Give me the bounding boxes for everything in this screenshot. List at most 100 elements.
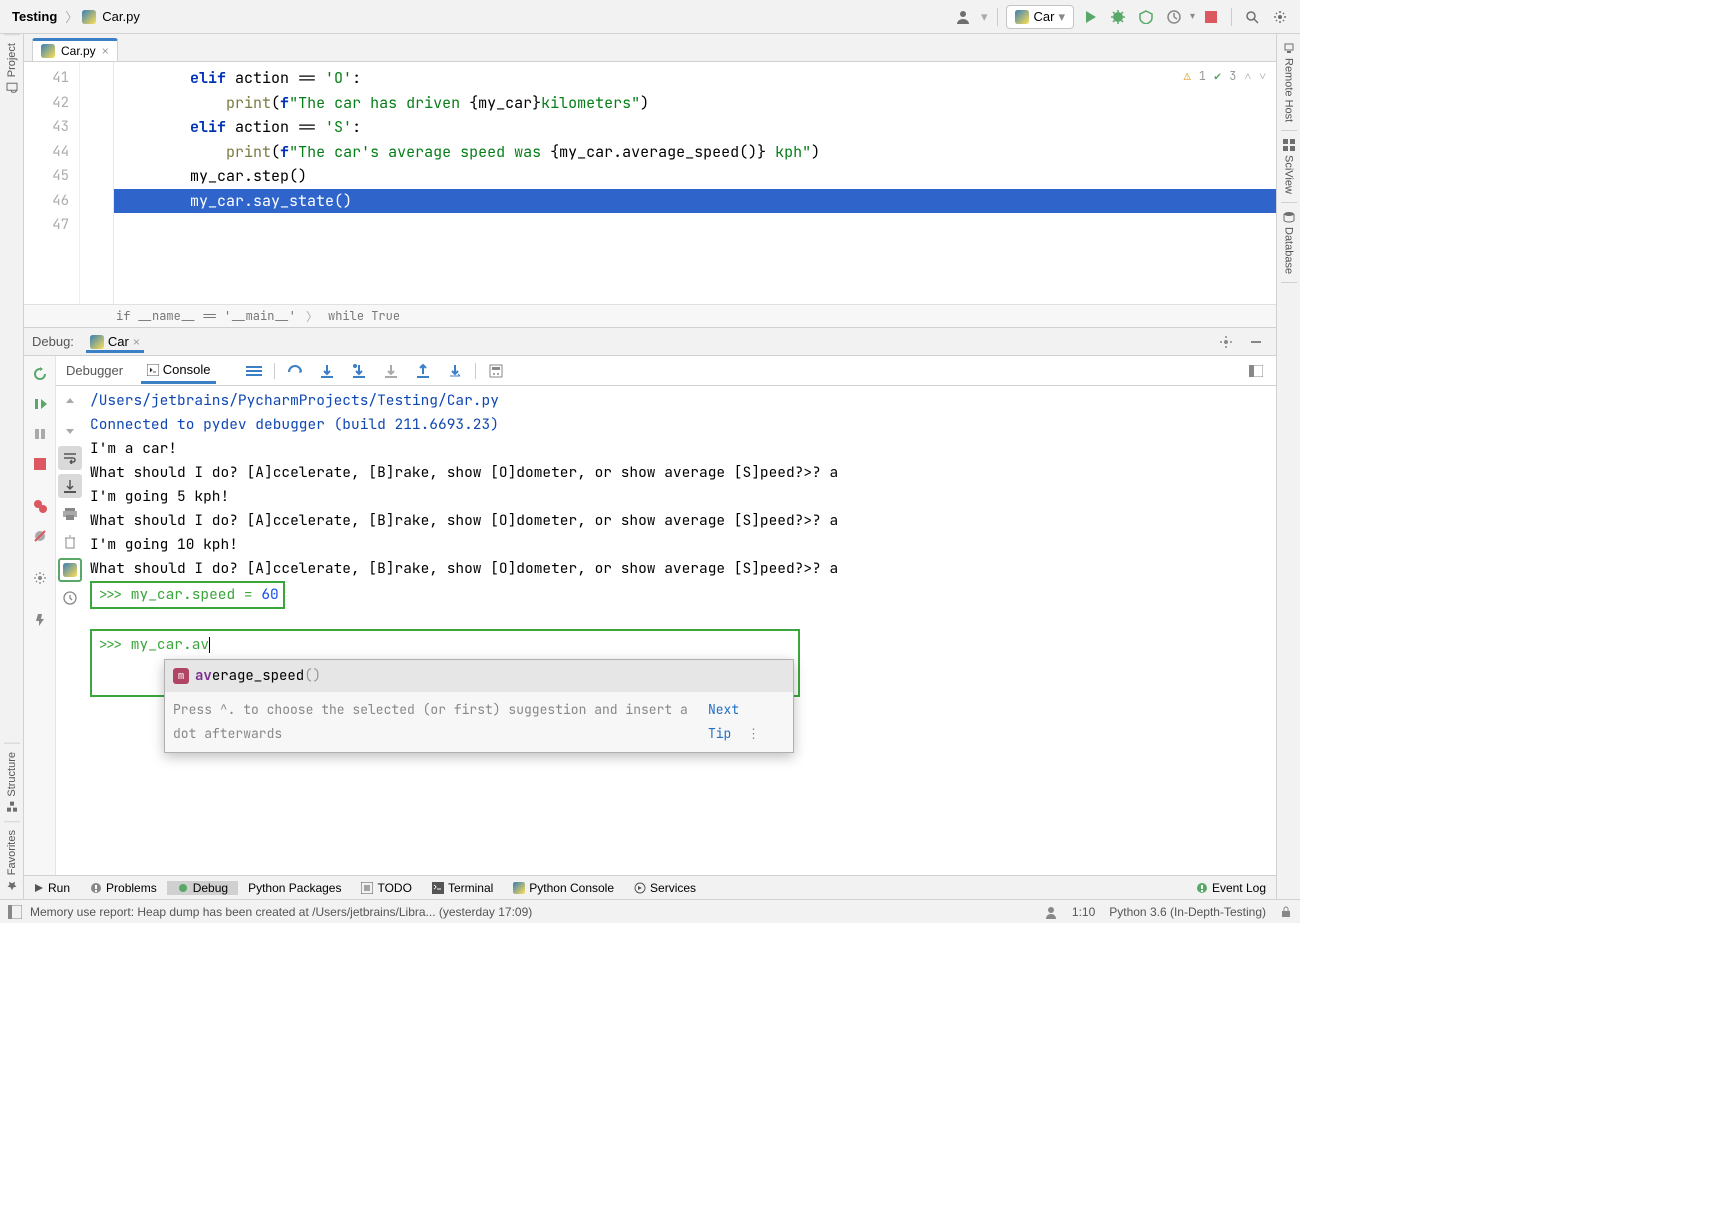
run-config-selector[interactable]: Car ▾ <box>1006 5 1073 29</box>
scroll-up-icon[interactable] <box>58 390 82 414</box>
console-line: What should I do? [A]ccelerate, [B]rake,… <box>90 557 1270 581</box>
user-icon[interactable] <box>951 5 975 29</box>
evaluate-expression-icon[interactable] <box>484 359 508 383</box>
scroll-to-end-icon[interactable] <box>58 474 82 498</box>
debug-inner-tabs: Debugger Console <box>56 356 1276 386</box>
python-file-icon <box>82 10 96 24</box>
chevron-down-icon: ▾ <box>1058 9 1065 25</box>
print-icon[interactable] <box>58 502 82 526</box>
code-area[interactable]: elif action == 'O': print(f"The car has … <box>114 62 1276 304</box>
view-breakpoints-button[interactable] <box>28 494 52 518</box>
python-console-tool-tab[interactable]: Python Console <box>503 881 624 895</box>
console-icon <box>147 364 159 376</box>
status-message[interactable]: Memory use report: Heap dump has been cr… <box>30 905 1030 919</box>
fold-gutter[interactable] <box>80 62 114 304</box>
run-to-cursor-icon[interactable] <box>443 359 467 383</box>
debug-settings-button[interactable] <box>28 566 52 590</box>
navigation-toolbar: Testing 〉 Car.py ▾ Car ▾ ▾ <box>0 0 1300 34</box>
clear-icon[interactable] <box>58 530 82 554</box>
code-breadcrumb[interactable]: if __name__ == '__main__' 〉 while True <box>24 304 1276 328</box>
console-tab[interactable]: Console <box>141 358 216 384</box>
structure-tool-tab[interactable]: Structure <box>4 743 20 821</box>
pin-button[interactable] <box>28 608 52 632</box>
method-icon: m <box>173 668 189 684</box>
debug-console[interactable]: /Users/jetbrains/PycharmProjects/Testing… <box>84 386 1276 875</box>
debug-button[interactable] <box>1106 5 1130 29</box>
run-config-name: Car <box>1033 9 1054 24</box>
terminal-tool-tab[interactable]: Terminal <box>422 881 503 895</box>
completion-hint: Press ^. to choose the selected (or firs… <box>165 692 793 752</box>
soft-wrap-icon[interactable] <box>58 446 82 470</box>
run-button[interactable] <box>1078 5 1102 29</box>
problems-tool-tab[interactable]: Problems <box>80 881 167 895</box>
rerun-button[interactable] <box>28 362 52 386</box>
services-tool-tab[interactable]: Services <box>624 881 706 895</box>
show-exec-point-icon[interactable] <box>242 359 266 383</box>
warning-icon: ⚠ <box>1184 68 1191 84</box>
hide-icon[interactable] <box>1244 330 1268 354</box>
close-icon[interactable]: × <box>133 335 140 349</box>
remote-host-tool-tab[interactable]: Remote Host <box>1281 34 1297 131</box>
debug-tool-tab[interactable]: Debug <box>167 881 238 895</box>
todo-tool-tab[interactable]: TODO <box>351 881 421 895</box>
chevron-down-icon[interactable]: ▾ <box>1190 11 1195 22</box>
interpreter-label[interactable]: Python 3.6 (In-Depth-Testing) <box>1109 905 1266 919</box>
event-log-tool-tab[interactable]: Event Log <box>1186 881 1276 895</box>
layout-settings-icon[interactable] <box>1244 359 1268 383</box>
dropdown-caret-icon[interactable]: ▾ <box>981 9 988 25</box>
step-into-icon[interactable] <box>315 359 339 383</box>
console-input[interactable]: >>> my_car.av m average_speed() Press ^.… <box>90 629 800 697</box>
step-out-icon[interactable] <box>411 359 435 383</box>
scroll-down-icon[interactable] <box>58 418 82 442</box>
breadcrumb-project[interactable]: Testing <box>8 7 61 26</box>
lock-icon[interactable] <box>1280 905 1292 919</box>
console-line: Connected to pydev debugger (build 211.6… <box>90 413 1270 437</box>
database-tool-tab[interactable]: Database <box>1281 203 1297 283</box>
completion-item[interactable]: m average_speed() <box>165 660 793 692</box>
tool-windows-icon[interactable] <box>8 905 22 919</box>
run-tool-tab[interactable]: Run <box>24 881 80 895</box>
history-icon[interactable] <box>58 586 82 610</box>
check-icon: ✔ <box>1214 68 1221 84</box>
left-tool-strip: Project Structure Favorites <box>0 34 24 899</box>
caret-position[interactable]: 1:10 <box>1072 905 1095 919</box>
force-step-into-icon[interactable] <box>379 359 403 383</box>
coverage-button[interactable] <box>1134 5 1158 29</box>
step-into-my-code-icon[interactable] <box>347 359 371 383</box>
editor-tab-car[interactable]: Car.py × <box>32 38 118 61</box>
profile-button[interactable] <box>1162 5 1186 29</box>
python-prompt-icon[interactable] <box>58 558 82 582</box>
console-line: What should I do? [A]ccelerate, [B]rake,… <box>90 461 1270 485</box>
project-tool-tab[interactable]: Project <box>4 34 20 101</box>
code-editor[interactable]: 41424344454647 elif action == 'O': print… <box>24 62 1276 304</box>
next-tip-link[interactable]: Next Tip <box>708 701 739 742</box>
python-icon <box>90 335 104 349</box>
pause-button[interactable] <box>28 422 52 446</box>
hector-icon[interactable] <box>1044 904 1058 919</box>
right-tool-strip: Remote Host SciView Database <box>1276 34 1300 899</box>
chevron-up-icon[interactable]: ˄ <box>1244 68 1251 84</box>
stop-button[interactable] <box>28 452 52 476</box>
breadcrumb-file[interactable]: Car.py <box>98 7 144 26</box>
console-statement: >>> my_car.speed = 60 <box>90 581 1270 609</box>
favorites-tool-tab[interactable]: Favorites <box>4 821 20 899</box>
console-line: I'm going 10 kph! <box>90 533 1270 557</box>
stop-button[interactable] <box>1199 5 1223 29</box>
completion-popup[interactable]: m average_speed() Press ^. to choose the… <box>164 659 794 753</box>
inspections-widget[interactable]: ⚠1 ✔3 ˄ ˅ <box>1184 68 1266 84</box>
resume-button[interactable] <box>28 392 52 416</box>
step-over-icon[interactable] <box>283 359 307 383</box>
status-bar: Memory use report: Heap dump has been cr… <box>0 899 1300 923</box>
debugger-tab[interactable]: Debugger <box>60 359 129 382</box>
debug-session-tab[interactable]: Car × <box>86 330 144 353</box>
mute-breakpoints-button[interactable] <box>28 524 52 548</box>
settings-button[interactable] <box>1268 5 1292 29</box>
close-tab-icon[interactable]: × <box>102 44 109 58</box>
search-everywhere-button[interactable] <box>1240 5 1264 29</box>
debug-settings-icon[interactable] <box>1214 330 1238 354</box>
sciview-tool-tab[interactable]: SciView <box>1281 131 1297 203</box>
chevron-down-icon[interactable]: ˅ <box>1259 68 1266 84</box>
python-packages-tool-tab[interactable]: Python Packages <box>238 881 351 895</box>
more-icon[interactable]: ⋮ <box>747 725 760 742</box>
debug-run-toolbar <box>24 356 56 875</box>
